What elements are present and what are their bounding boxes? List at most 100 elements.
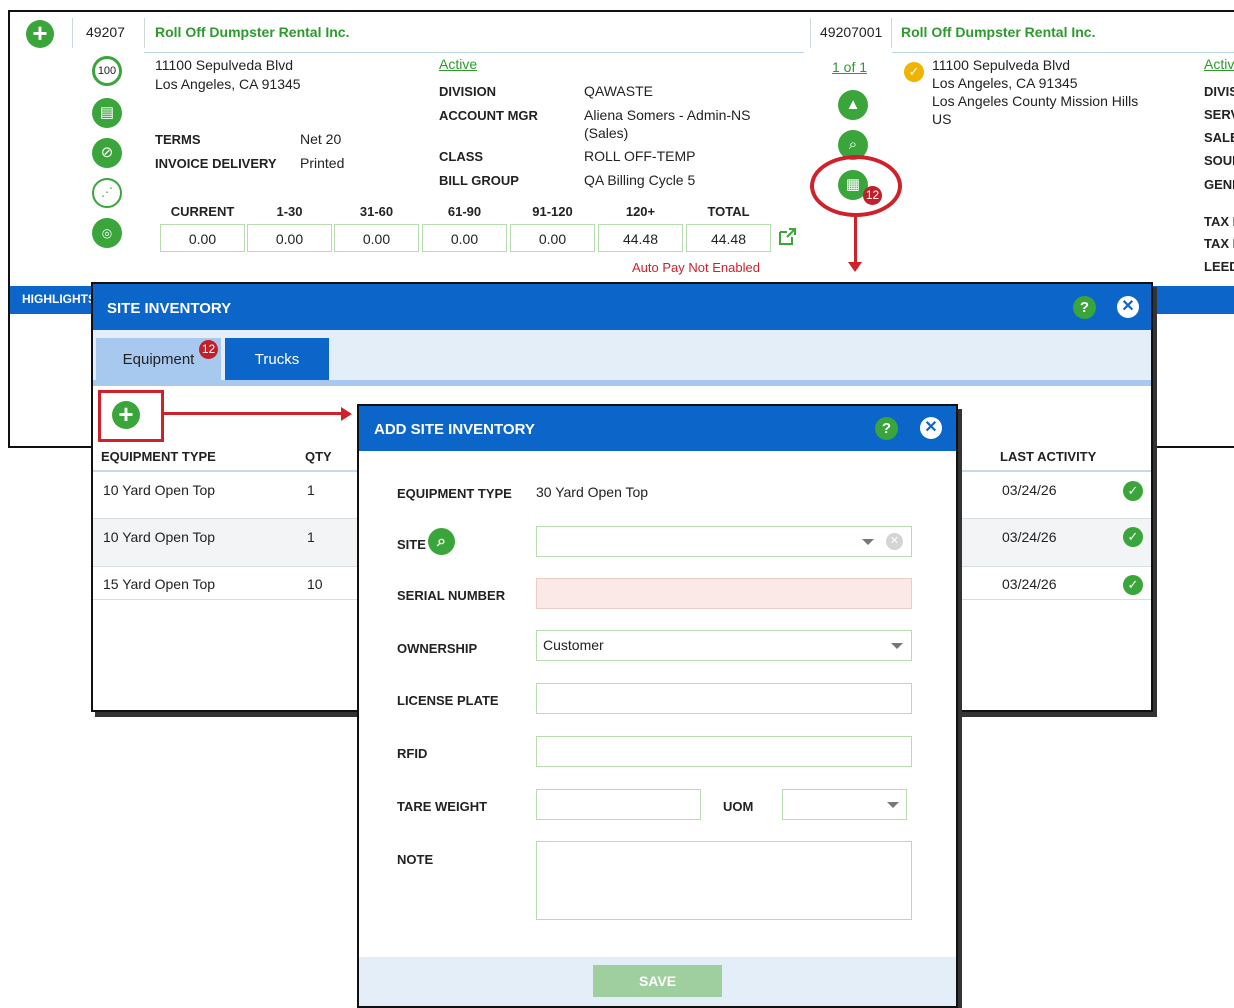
site-label: LEED: [1204, 259, 1234, 274]
col-equipment-type: EQUIPMENT TYPE: [101, 449, 216, 464]
account-address-1: 11100 Sepulveda Blvd: [155, 57, 294, 73]
modal-header: ADD SITE INVENTORY ? ✕: [359, 406, 956, 451]
aging-header: 120+: [625, 204, 656, 219]
divider: [144, 52, 804, 53]
autopay-status: Auto Pay Not Enabled: [632, 260, 760, 275]
col-last-activity: LAST ACTIVITY: [1000, 449, 1097, 464]
callout-box: [98, 390, 164, 442]
site-address-4: US: [932, 111, 952, 127]
chevron-down-icon[interactable]: [887, 802, 899, 808]
help-icon[interactable]: ?: [875, 417, 898, 440]
score-gauge-icon[interactable]: 100: [92, 56, 122, 86]
ownership-select[interactable]: Customer: [536, 630, 912, 661]
credit-icon[interactable]: ◎: [92, 218, 122, 248]
divider: [144, 18, 145, 48]
ownership-value: Customer: [543, 637, 604, 653]
equipment-badge: 12: [199, 340, 218, 359]
account-id: 49207: [86, 24, 125, 40]
site-select[interactable]: ✕: [536, 526, 912, 557]
class-label: CLASS: [439, 149, 484, 164]
attachment-icon[interactable]: ⊘: [92, 138, 122, 168]
callout-arrow-head: [341, 407, 352, 421]
tare-weight-input[interactable]: [536, 789, 701, 820]
note-textarea[interactable]: [536, 841, 912, 920]
equipment-type-cell: 10 Yard Open Top: [103, 529, 216, 545]
close-icon[interactable]: ✕: [1117, 296, 1139, 318]
uom-select[interactable]: [782, 789, 907, 820]
aging-header: 1-30: [276, 204, 303, 219]
equipment-type-label: EQUIPMENT TYPE: [397, 486, 512, 501]
external-link-icon[interactable]: [778, 228, 796, 245]
site-address-2: Los Angeles, CA 91345: [932, 75, 1078, 91]
site-label: DIVISION: [1204, 84, 1234, 99]
invoice-delivery-label: INVOICE DELIVERY: [155, 156, 277, 171]
terms-value: Net 20: [300, 131, 342, 147]
checkmark-icon: ✓: [904, 62, 924, 82]
modal-footer: SAVE: [359, 957, 956, 1006]
serial-number-label: SERIAL NUMBER: [397, 588, 506, 603]
site-pager-link[interactable]: 1 of 1: [832, 59, 867, 75]
tab-trucks[interactable]: Trucks: [225, 338, 329, 380]
chevron-down-icon[interactable]: [862, 539, 874, 545]
tare-weight-label: TARE WEIGHT: [397, 799, 488, 814]
aging-header: CURRENT: [170, 204, 235, 219]
aging-header: TOTAL: [707, 204, 750, 219]
equipment-type-cell: 15 Yard Open Top: [103, 576, 216, 592]
aging-value: 44.48: [598, 224, 683, 252]
edit-icon[interactable]: ✓: [1123, 527, 1143, 547]
qty-cell: 1: [307, 529, 315, 545]
site-id: 49207001: [820, 24, 883, 40]
uom-label: UOM: [723, 799, 754, 814]
edit-icon[interactable]: ✓: [1123, 575, 1143, 595]
save-button[interactable]: SAVE: [593, 965, 722, 997]
clear-icon[interactable]: ✕: [886, 533, 903, 550]
rfid-label: RFID: [397, 746, 428, 761]
aging-value: 0.00: [334, 224, 419, 252]
site-name[interactable]: Roll Off Dumpster Rental Inc.: [901, 24, 1095, 40]
site-label: GENERAL: [1204, 177, 1234, 192]
division-label: DIVISION: [439, 84, 497, 99]
site-inventory-title: SITE INVENTORY: [107, 300, 232, 317]
printer-icon[interactable]: ▤: [92, 98, 122, 128]
col-qty: QTY: [305, 449, 332, 464]
site-label: TAX ID: [1204, 236, 1234, 251]
add-account-button[interactable]: +: [26, 20, 54, 48]
divider: [891, 18, 892, 48]
tab-underline: [93, 380, 1151, 386]
aging-value: 0.00: [160, 224, 245, 252]
map-icon[interactable]: ▲: [838, 90, 868, 120]
rfid-input[interactable]: [536, 736, 912, 767]
last-activity-cell: 03/24/26: [1002, 576, 1057, 592]
account-status-link[interactable]: Active: [439, 56, 477, 72]
chart-icon[interactable]: ⋰: [92, 178, 122, 208]
close-icon[interactable]: ✕: [920, 417, 942, 439]
equipment-type-cell: 10 Yard Open Top: [103, 482, 216, 498]
license-plate-input[interactable]: [536, 683, 912, 714]
site-label: TAX EXEMPT: [1204, 214, 1234, 229]
callout-circle: [810, 155, 902, 217]
divider: [892, 52, 1234, 53]
aging-value: 0.00: [247, 224, 332, 252]
site-label: SOURCE: [1204, 153, 1234, 168]
modal-title: ADD SITE INVENTORY: [374, 421, 535, 438]
help-icon[interactable]: ?: [1073, 296, 1096, 319]
last-activity-cell: 03/24/26: [1002, 529, 1057, 545]
edit-icon[interactable]: ✓: [1123, 481, 1143, 501]
serial-number-input[interactable]: [536, 578, 912, 609]
bill-group-value: QA Billing Cycle 5: [584, 172, 696, 188]
score-value: 100: [97, 65, 117, 77]
callout-arrow: [164, 412, 344, 415]
callout-arrow: [854, 216, 857, 266]
callout-arrow-head: [848, 262, 862, 272]
site-status-link[interactable]: Active: [1204, 56, 1234, 72]
ownership-label: OWNERSHIP: [397, 641, 478, 656]
account-name[interactable]: Roll Off Dumpster Rental Inc.: [155, 24, 349, 40]
site-label: SALES: [1204, 130, 1234, 145]
site-search-icon[interactable]: ⌕: [428, 528, 455, 555]
bill-group-label: BILL GROUP: [439, 173, 519, 188]
tab-trucks-label: Trucks: [254, 351, 300, 368]
account-mgr-value-2: (Sales): [584, 125, 629, 141]
aging-header: 61-90: [447, 204, 482, 219]
chevron-down-icon[interactable]: [891, 643, 903, 649]
add-site-inventory-modal: ADD SITE INVENTORY ? ✕ EQUIPMENT TYPE 30…: [357, 404, 958, 1008]
